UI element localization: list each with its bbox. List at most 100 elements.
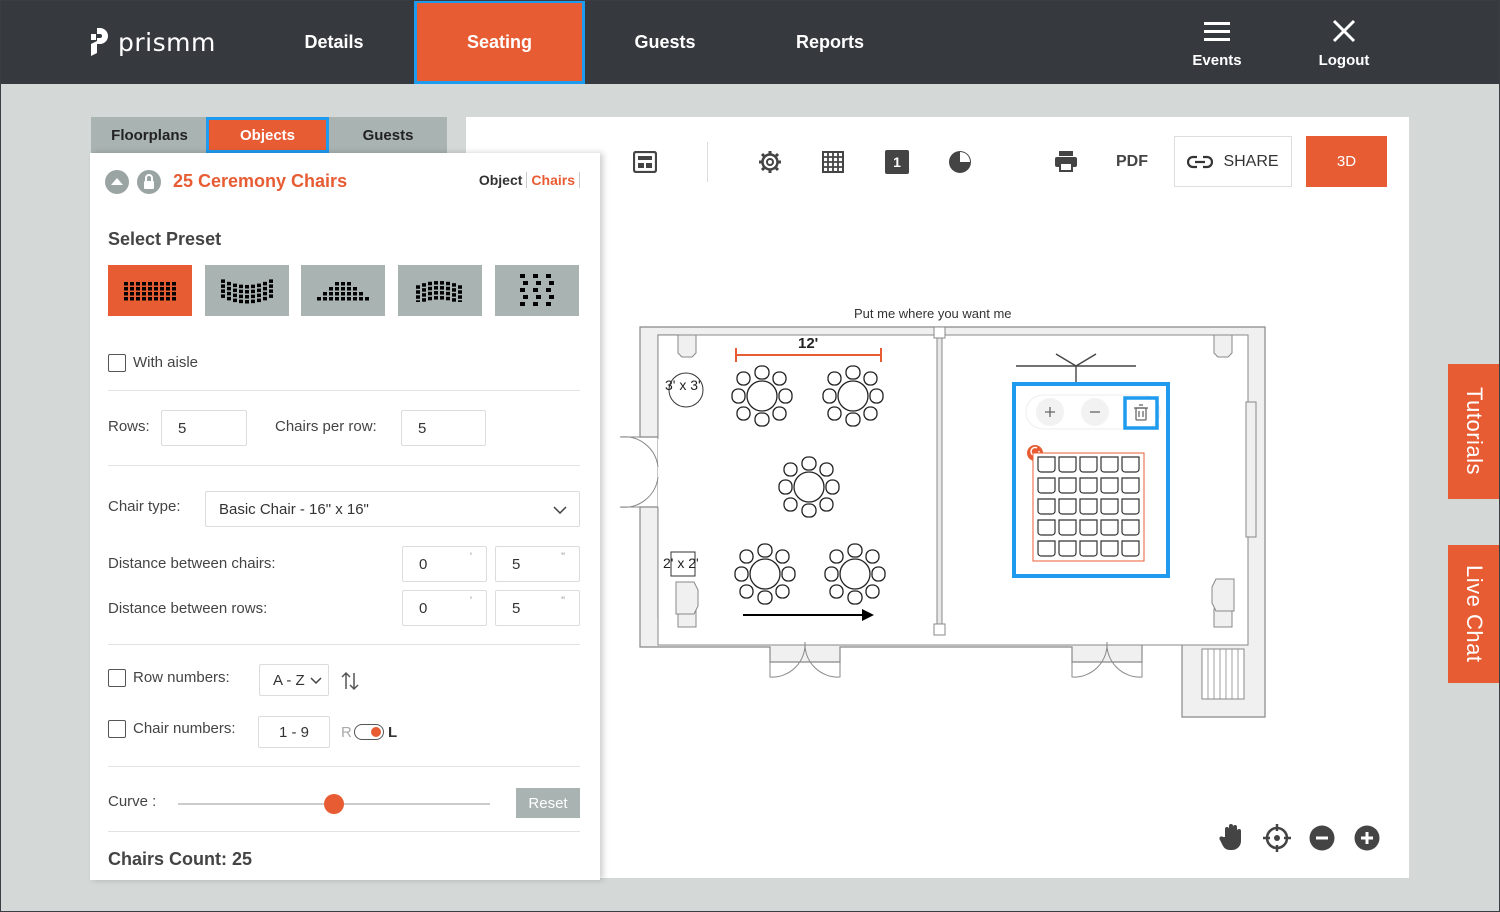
- preset-seat: [221, 288, 225, 293]
- preset-seat: [428, 286, 432, 290]
- with-aisle-checkbox[interactable]: [108, 354, 126, 372]
- print-icon[interactable]: [1054, 150, 1078, 172]
- gear-icon[interactable]: [758, 150, 782, 174]
- grid-icon[interactable]: [822, 151, 844, 173]
- preset-seat: [245, 294, 249, 298]
- chairs-per-row-value: 5: [418, 419, 427, 437]
- round-table-label[interactable]: 3' x 3': [665, 377, 701, 393]
- nav-tab-seating[interactable]: Seating: [414, 0, 585, 84]
- panel-tab-guests[interactable]: Guests: [329, 117, 447, 153]
- direction-l-label: L: [388, 724, 398, 741]
- preset-straight-rows[interactable]: [108, 265, 192, 316]
- crosshair-icon[interactable]: [1263, 824, 1291, 852]
- row-numbers-checkbox[interactable]: [108, 669, 126, 687]
- preset-seat: [353, 296, 357, 300]
- preset-seat: [536, 294, 541, 299]
- object-settings-panel: 25 Ceremony Chairs Object Chairs Select P…: [90, 153, 600, 880]
- preset-seat: [428, 296, 432, 300]
- preset-seat: [130, 286, 134, 290]
- collapse-up-icon[interactable]: [105, 170, 129, 194]
- preset-seat: [245, 299, 249, 303]
- seat: [1058, 498, 1077, 515]
- pie-chart-icon[interactable]: [948, 150, 972, 174]
- preset-seat: [422, 287, 426, 292]
- preset-seat: [458, 289, 462, 294]
- distance-rows-inches-input[interactable]: 5 ": [495, 590, 580, 626]
- preset-seat: [533, 287, 538, 292]
- seat: [1121, 519, 1140, 536]
- seat: [1100, 477, 1119, 494]
- preset-seat: [245, 284, 249, 288]
- events-button[interactable]: Events: [1177, 18, 1257, 69]
- chair-numbers-checkbox[interactable]: [108, 720, 126, 738]
- rows-input[interactable]: 5: [161, 410, 247, 446]
- preset-staggered[interactable]: [495, 265, 579, 316]
- rows-value: 5: [178, 419, 187, 437]
- row-numbers-select[interactable]: A - Z: [259, 664, 329, 696]
- preset-theater[interactable]: [301, 265, 385, 316]
- panel-tab-floorplans[interactable]: Floorplans: [91, 117, 208, 153]
- preset-curved-rows[interactable]: [205, 265, 289, 316]
- distance-chairs-feet-input[interactable]: 0 ': [402, 546, 487, 582]
- dimension-label: 12': [798, 335, 819, 352]
- preset-seat: [142, 281, 146, 285]
- arc-rows-icon: [416, 280, 462, 302]
- preset-seat: [154, 281, 158, 285]
- pdf-button[interactable]: PDF: [1116, 153, 1148, 171]
- nav-tab-details[interactable]: Details: [252, 0, 416, 84]
- chair-numbers-input[interactable]: 1 - 9: [258, 716, 330, 748]
- preset-seat: [523, 294, 528, 299]
- distance-chairs-inches-value: 5: [512, 555, 521, 573]
- distance-chairs-feet-value: 0: [419, 555, 428, 573]
- share-button[interactable]: SHARE: [1174, 136, 1292, 187]
- zoom-out-icon[interactable]: [1309, 825, 1335, 851]
- seat: [1100, 456, 1119, 473]
- sort-order-icon[interactable]: [340, 671, 360, 691]
- curve-slider-knob[interactable]: [324, 794, 344, 814]
- square-table-label[interactable]: 2' x 2': [663, 555, 699, 571]
- preset-arc[interactable]: [398, 265, 482, 316]
- layout-icon[interactable]: [633, 151, 657, 173]
- preset-seat: [130, 281, 134, 285]
- hand-pan-icon[interactable]: [1219, 823, 1245, 851]
- preset-seat: [347, 291, 351, 295]
- preset-seat: [341, 286, 345, 290]
- live-chat-tab[interactable]: Live Chat: [1448, 545, 1500, 683]
- preset-seat: [329, 291, 333, 295]
- preset-seat: [227, 296, 231, 300]
- preset-seat: [347, 286, 351, 290]
- chair-numbers-label: Chair numbers:: [133, 720, 236, 737]
- preset-seat: [416, 294, 420, 299]
- preset-seat: [130, 296, 134, 300]
- mode-object-link[interactable]: Object: [478, 172, 528, 188]
- nav-tab-reports[interactable]: Reports: [750, 0, 910, 84]
- reset-button[interactable]: Reset: [516, 788, 580, 818]
- tutorials-tab[interactable]: Tutorials: [1448, 364, 1500, 499]
- preset-seat: [154, 291, 158, 295]
- distance-chairs-inches-input[interactable]: 5 ": [495, 546, 580, 582]
- panel-tab-objects[interactable]: Objects: [206, 117, 329, 153]
- preset-seat: [251, 284, 255, 288]
- nav-tab-guests[interactable]: Guests: [585, 0, 745, 84]
- lock-icon[interactable]: [137, 170, 161, 194]
- 3d-view-button[interactable]: 3D: [1306, 136, 1387, 187]
- seat: [1121, 456, 1140, 473]
- zoom-in-icon[interactable]: [1354, 825, 1380, 851]
- preset-seat: [124, 296, 128, 300]
- prismm-logo[interactable]: prismm: [88, 26, 216, 58]
- chairs-per-row-input[interactable]: 5: [401, 410, 486, 446]
- feet-unit: ': [469, 551, 472, 563]
- staggered-rows-icon: [520, 273, 554, 306]
- seat: [1079, 498, 1098, 515]
- logout-button[interactable]: Logout: [1304, 18, 1384, 69]
- preset-seat: [160, 296, 164, 300]
- direction-toggle[interactable]: [354, 724, 384, 740]
- distance-rows-feet-input[interactable]: 0 ': [402, 590, 487, 626]
- floorplan-canvas[interactable]: 1 PDF SHARE 3D Put me where you want me: [466, 117, 1409, 878]
- toggle-knob: [371, 727, 381, 737]
- layer-number-button[interactable]: 1: [885, 150, 909, 174]
- mode-chairs-link[interactable]: Chairs: [527, 172, 580, 188]
- chair-type-select[interactable]: Basic Chair - 16" x 16": [205, 491, 580, 527]
- preset-seat: [160, 291, 164, 295]
- preset-seat: [446, 281, 450, 285]
